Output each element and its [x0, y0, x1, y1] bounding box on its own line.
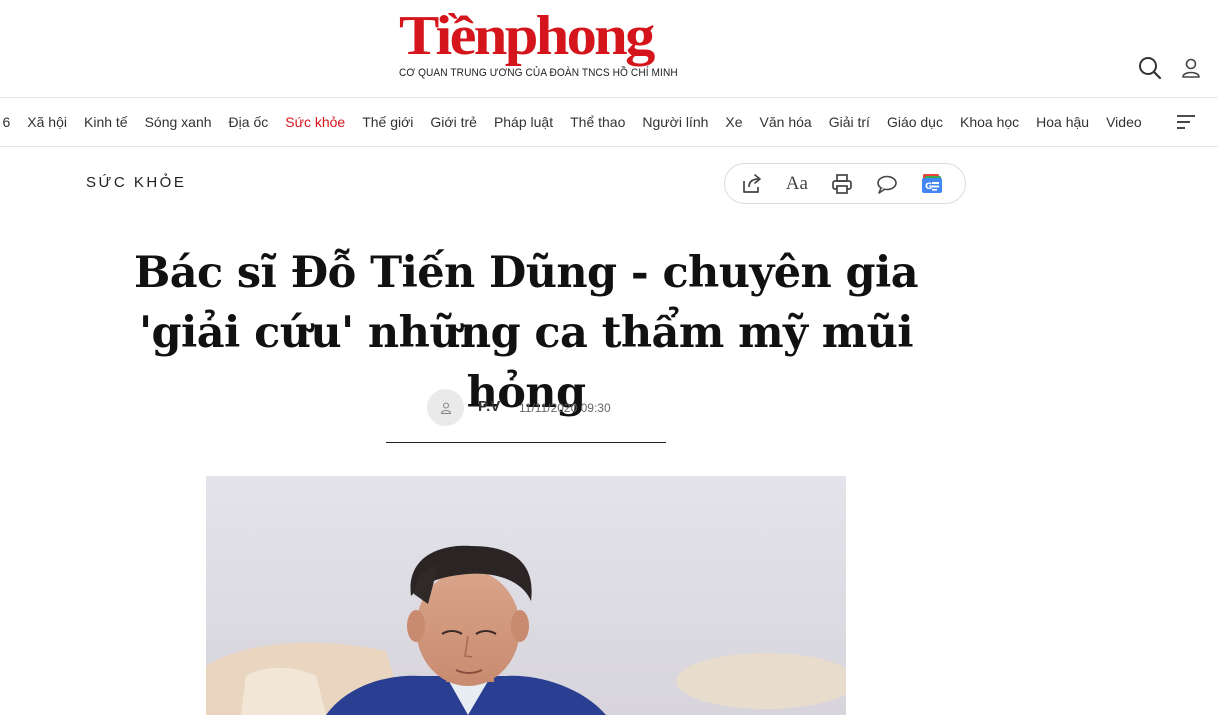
google-news-icon[interactable]: G	[920, 171, 945, 197]
nav-item-xe[interactable]: Xe	[717, 114, 751, 130]
nav-item-song-xanh[interactable]: Sóng xanh	[136, 114, 220, 130]
share-icon[interactable]	[739, 171, 764, 197]
byline-divider	[386, 442, 666, 443]
nav-item-dia-oc[interactable]: Địa ốc	[220, 114, 277, 130]
nav-item-khoa-hoc[interactable]: Khoa học	[951, 114, 1027, 130]
author-avatar[interactable]	[427, 389, 464, 426]
nav-item-giao-duc[interactable]: Giáo dục	[878, 114, 951, 130]
font-size-icon[interactable]: Aa	[784, 171, 809, 197]
logo-wordmark: Tiềnphong	[399, 5, 655, 67]
svg-text:G: G	[925, 182, 932, 192]
article-photo	[206, 476, 846, 715]
site-logo[interactable]: Tiềnphong CƠ QUAN TRUNG ƯƠNG CỦA ĐOÀN TN…	[399, 8, 678, 88]
nav-item-phap-luat[interactable]: Pháp luật	[485, 114, 561, 130]
nav-item-giai-tri[interactable]: Giải trí	[820, 114, 878, 130]
print-icon[interactable]	[829, 171, 854, 197]
article-headline: Bác sĩ Đỗ Tiến Dũng - chuyên gia 'giải c…	[133, 248, 919, 418]
nav-item-suc-khoe[interactable]: Sức khỏe	[277, 114, 354, 130]
author-name[interactable]: P.V	[478, 398, 500, 415]
main-nav: 6 Xã hội Kinh tế Sóng xanh Địa ốc Sức kh…	[0, 97, 1218, 147]
comment-icon[interactable]	[875, 171, 900, 197]
logo-tagline: CƠ QUAN TRUNG ƯƠNG CỦA ĐOÀN TNCS HỒ CHÍ …	[399, 67, 678, 79]
user-icon	[440, 401, 451, 414]
nav-item-gioi-tre[interactable]: Giới trẻ	[422, 114, 486, 130]
user-icon[interactable]	[1178, 55, 1204, 81]
nav-item-the-gioi[interactable]: Thế giới	[354, 114, 422, 130]
site-header: Tiềnphong CƠ QUAN TRUNG ƯƠNG CỦA ĐOÀN TN…	[0, 0, 1218, 97]
publish-date: 11/11/2020 09:30	[519, 401, 611, 415]
nav-item-hoa-hau[interactable]: Hoa hậu	[1028, 114, 1098, 130]
search-icon[interactable]	[1137, 55, 1163, 81]
nav-item-video[interactable]: Video	[1098, 114, 1151, 130]
nav-item-van-hoa[interactable]: Văn hóa	[751, 114, 820, 130]
article-toolbar: Aa G	[724, 163, 966, 204]
font-size-label: Aa	[785, 172, 808, 194]
nav-items: 6 Xã hội Kinh tế Sóng xanh Địa ốc Sức kh…	[0, 98, 1150, 146]
article-category[interactable]: SỨC KHỎE	[86, 174, 186, 191]
nav-item-nguoi-linh[interactable]: Người lính	[634, 114, 717, 130]
nav-item-6[interactable]: 6	[0, 114, 19, 130]
nav-item-kinh-te[interactable]: Kinh tế	[76, 114, 137, 130]
nav-item-the-thao[interactable]: Thể thao	[562, 114, 634, 130]
hamburger-menu-icon[interactable]	[1174, 110, 1198, 134]
nav-item-xa-hoi[interactable]: Xã hội	[19, 114, 76, 130]
